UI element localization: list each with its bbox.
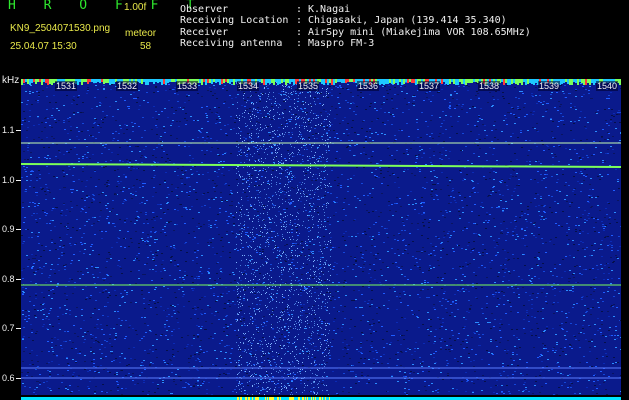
- time-tick-label: 1536: [357, 81, 380, 91]
- freq-tick-mark: [16, 130, 21, 131]
- time-tick-label: 1540: [596, 81, 619, 91]
- meteor-count: 58: [140, 41, 152, 52]
- time-tick-label: 1537: [418, 81, 441, 91]
- time-tick-label: 1535: [297, 81, 320, 91]
- time-tick-label: 1531: [55, 81, 78, 91]
- freq-tick-label: 0.9: [2, 224, 15, 234]
- time-tick-label: 1532: [116, 81, 139, 91]
- frequency-unit-label: kHz: [2, 75, 20, 86]
- app-title: H R O F F T: [8, 0, 205, 13]
- detection-strip: [21, 391, 621, 400]
- time-tick-label: 1533: [176, 81, 199, 91]
- freq-tick-mark: [16, 229, 21, 230]
- location-key: Receiving Location: [180, 15, 289, 26]
- location-value: Chigasaki, Japan (139.414 35.340): [308, 15, 507, 26]
- antenna-value: Maspro FM-3: [308, 38, 375, 49]
- location-separator: :: [296, 15, 303, 26]
- antenna-separator: :: [296, 38, 303, 49]
- file-name: KN9_2504071530.png: [10, 23, 111, 34]
- hrofft-window: H R O F F T 1.00f KN9_2504071530.png met…: [0, 0, 629, 400]
- freq-tick-label: 1.0: [2, 175, 15, 185]
- freq-tick-mark: [16, 328, 21, 329]
- freq-tick-label: 0.7: [2, 323, 15, 333]
- time-tick-label: 1539: [538, 81, 561, 91]
- observation-datetime: 25.04.07 15:30: [10, 41, 77, 52]
- antenna-key: Receiving antenna: [180, 38, 283, 49]
- freq-tick-mark: [16, 378, 21, 379]
- version-label: 1.00f: [124, 2, 147, 13]
- freq-tick-mark: [16, 180, 21, 181]
- freq-tick-label: 0.6: [2, 373, 15, 383]
- freq-tick-mark: [16, 279, 21, 280]
- time-tick-label: 1534: [237, 81, 260, 91]
- freq-tick-label: 1.1: [2, 125, 15, 135]
- spectrogram-svg: [21, 79, 621, 395]
- time-tick-label: 1538: [478, 81, 501, 91]
- spectrogram: [21, 79, 621, 395]
- meteor-label: meteor: [125, 28, 157, 39]
- freq-tick-label: 0.8: [2, 274, 15, 284]
